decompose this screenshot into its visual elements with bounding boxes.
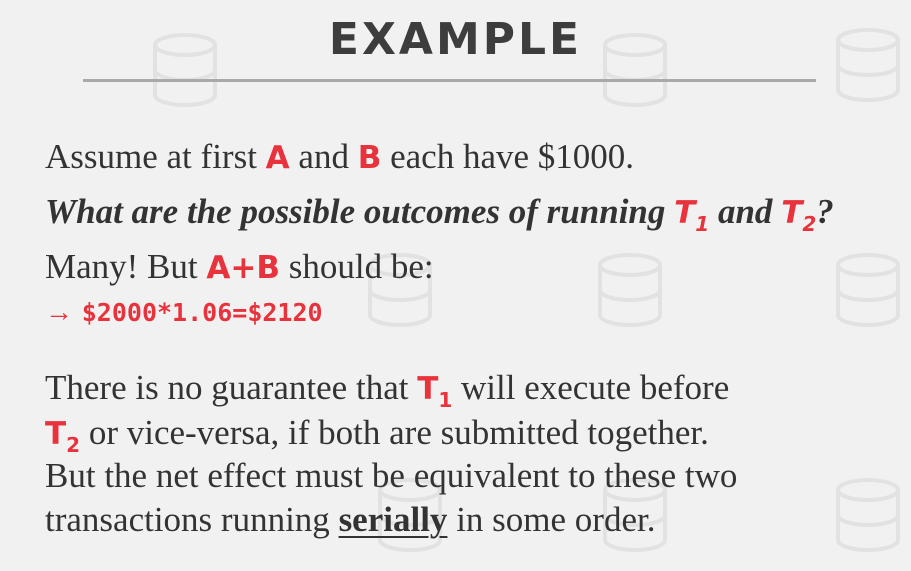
assumption-line: Assume at first A and B each have $1000. xyxy=(45,137,634,177)
assumption-pre: Assume at first xyxy=(45,137,257,176)
para-line-1: There is no guarantee that T1 will execu… xyxy=(45,368,730,412)
para-line-3: But the net effect must be equivalent to… xyxy=(45,456,738,495)
formula-line: → $2000*1.06=$2120 xyxy=(45,290,323,330)
assumption-and: and xyxy=(298,137,349,176)
var-a: A xyxy=(265,140,290,176)
expectation-line: Many! But A+B should be: xyxy=(45,247,434,287)
para-txn-t1: T1 xyxy=(417,371,453,412)
question-line: What are the possible outcomes of runnin… xyxy=(45,192,834,236)
question-mark: ? xyxy=(816,192,834,231)
question-and: and xyxy=(717,192,773,231)
title-underline-rule xyxy=(83,79,816,82)
txn-t2: T2 xyxy=(781,195,817,236)
question-pre: What are the possible outcomes of runnin… xyxy=(45,192,666,231)
para-line-2: T2 or vice-versa, if both are submitted … xyxy=(45,413,709,457)
para-txn-t2: T2 xyxy=(45,416,81,457)
var-b: B xyxy=(357,140,382,176)
slide-title: EXAMPLE xyxy=(328,14,583,65)
expectation-post: should be: xyxy=(288,247,434,286)
txn-t1: T1 xyxy=(674,195,710,236)
assumption-post: each have $1000. xyxy=(390,137,635,176)
serially-emphasis: serially xyxy=(338,500,448,539)
para-line-4: transactions running serially in some or… xyxy=(45,500,656,539)
var-sum: A+B xyxy=(206,250,280,286)
right-arrow-icon: → xyxy=(45,297,73,328)
formula: $2000*1.06=$2120 xyxy=(81,298,323,327)
expectation-pre: Many! But xyxy=(45,247,198,286)
